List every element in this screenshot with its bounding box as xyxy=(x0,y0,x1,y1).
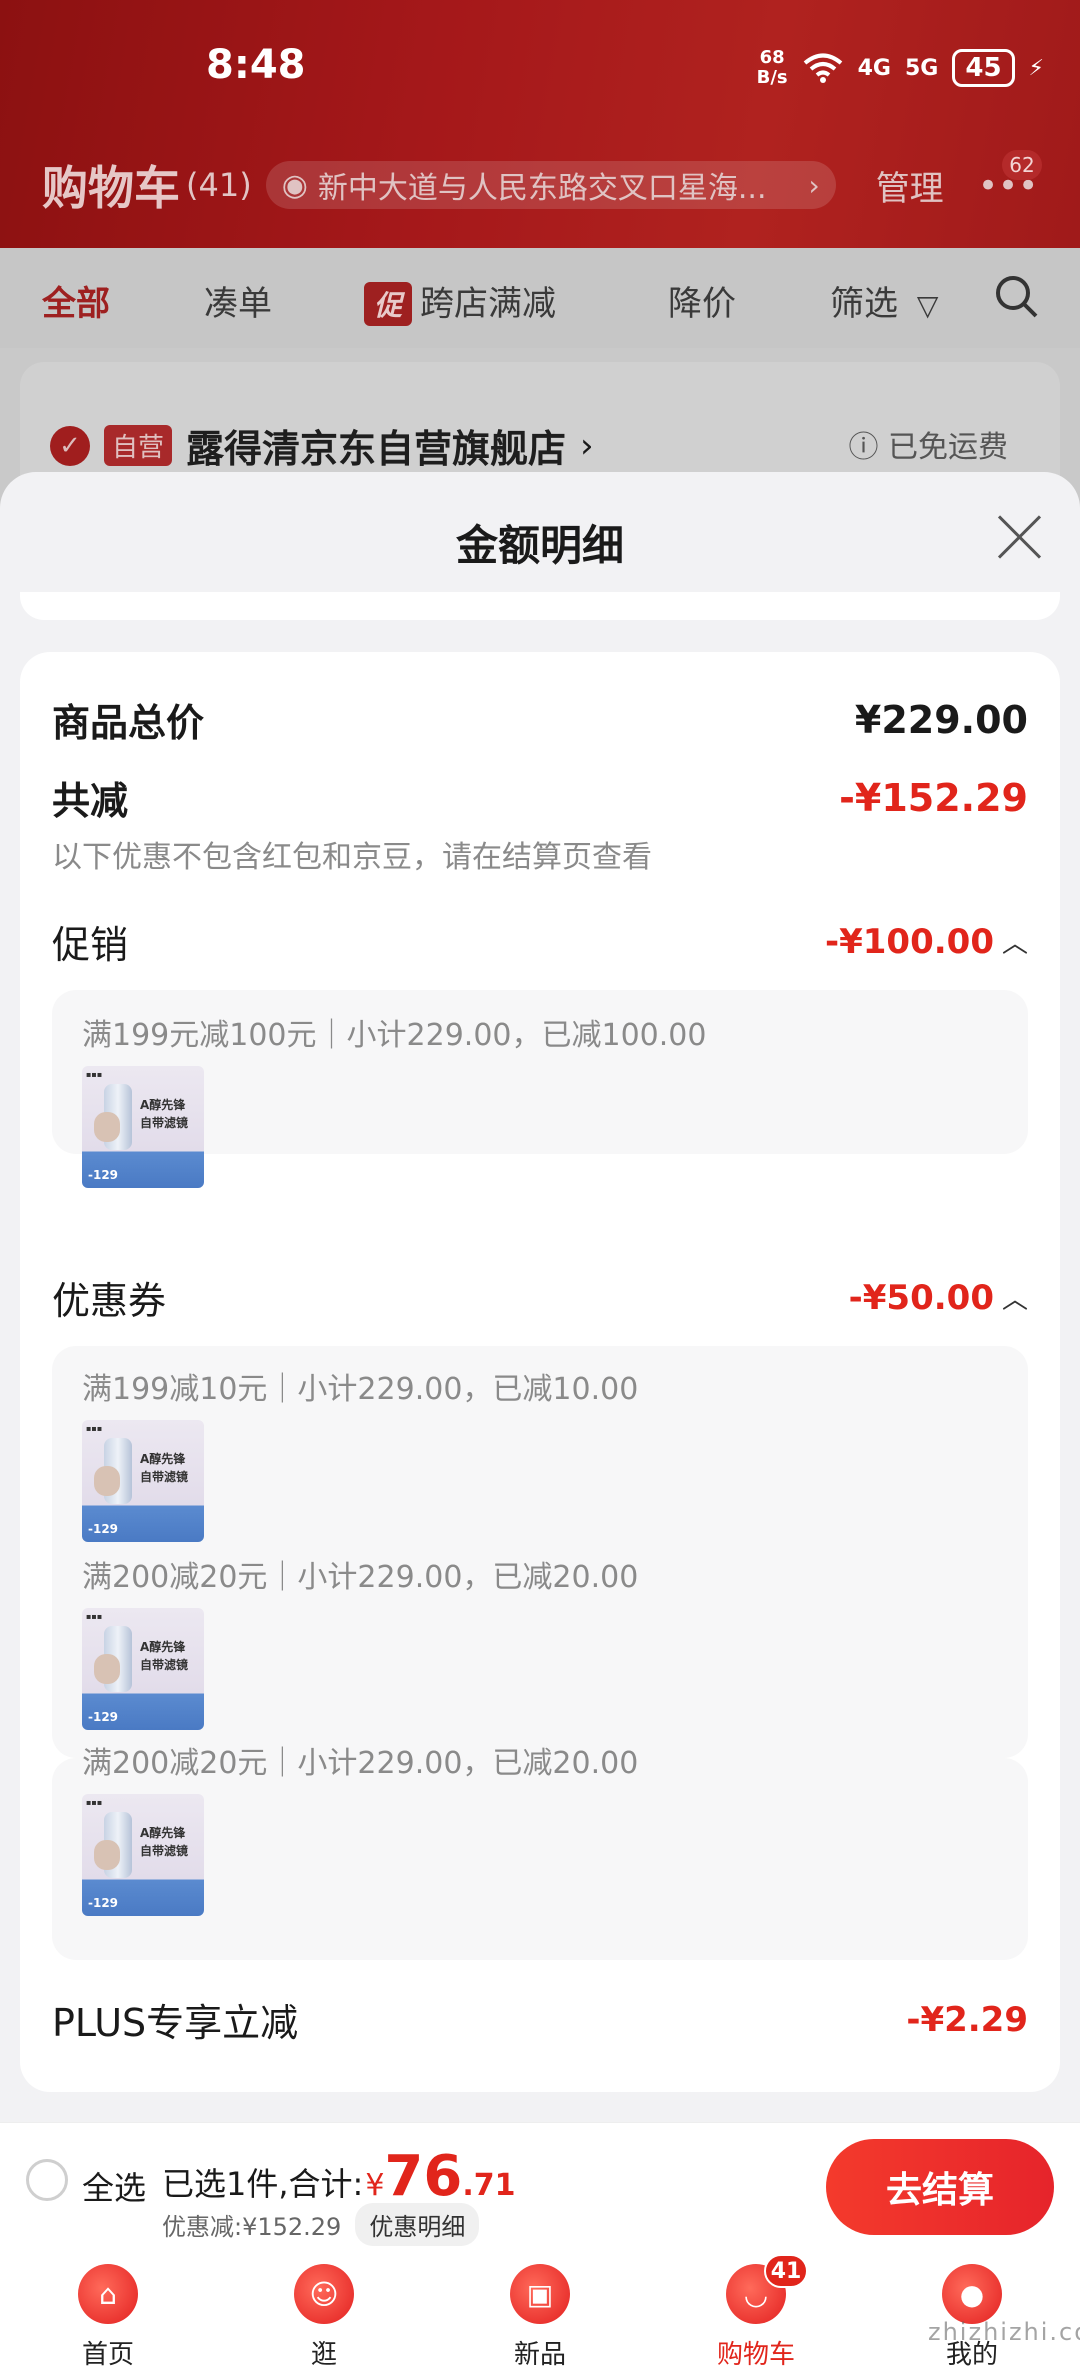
total-amount-integer: 76 xyxy=(384,2144,463,2209)
home-icon: ⌂ xyxy=(78,2264,138,2324)
manage-button[interactable]: 管理 xyxy=(876,161,944,210)
product-thumbnail: ▪▪▪ A醇先锋 自带滤镜 -129 xyxy=(82,1066,204,1188)
tab-mine[interactable]: ● 我的 xyxy=(892,2250,1052,2376)
total-price-value: ¥229.00 xyxy=(854,697,1028,742)
sheet-title: 金额明细 xyxy=(455,521,624,570)
message-badge: 62 xyxy=(1002,150,1042,180)
signal-4g-icon: 4G xyxy=(857,55,891,81)
chevron-right-icon: › xyxy=(580,425,594,466)
coupon-label: 优惠券 xyxy=(52,1279,167,1323)
wifi-icon xyxy=(803,53,842,83)
total-reduce-value: -¥152.29 xyxy=(839,775,1028,820)
chevron-right-icon: › xyxy=(808,168,820,202)
discount-text: 优惠减:¥152.29 xyxy=(162,2213,342,2241)
promotion-item-text: 满199元减100元｜小计229.00，已减100.00 xyxy=(82,1018,707,1053)
selected-summary: 已选1件,合计: xyxy=(162,2165,364,2203)
status-icons: 68 B/s 4G 5G 45 ⚡ xyxy=(757,46,1044,90)
check-icon[interactable]: ✓ xyxy=(50,425,90,466)
total-price-label: 商品总价 xyxy=(52,701,205,745)
address-selector[interactable]: ◉ 新中大道与人民东路交叉口星海... › xyxy=(265,161,836,209)
currency-symbol: ¥ xyxy=(365,2168,385,2203)
promotion-value: -¥100.00 xyxy=(825,921,994,962)
total-reduce-row: 共减 -¥152.29 xyxy=(52,770,1028,825)
browse-icon: ☺ xyxy=(294,2264,354,2324)
chevron-up-icon[interactable]: ︿ xyxy=(1002,923,1028,960)
coupon-item-text: 满200减20元｜小计229.00，已减20.00 xyxy=(82,1560,639,1595)
charging-icon: ⚡ xyxy=(1028,55,1044,81)
store-header[interactable]: ✓ 自营 露得清京东自营旗舰店 › xyxy=(50,418,594,473)
search-icon[interactable] xyxy=(994,274,1040,320)
eye-icon: ◉ xyxy=(281,167,308,203)
reduce-note: 以下优惠不包含红包和京豆，请在结算页查看 xyxy=(52,840,652,875)
product-thumbnail: ▪▪▪ A醇先锋 自带滤镜 -129 xyxy=(82,1608,204,1730)
model-face xyxy=(94,1112,120,1142)
select-all-label[interactable]: 全选 xyxy=(82,2163,146,2209)
tab-new[interactable]: ▣ 新品 xyxy=(460,2250,620,2376)
coupon-detail-box: 满199减10元｜小计229.00，已减10.00 ▪▪▪ A醇先锋 自带滤镜 … xyxy=(52,1346,1028,1758)
plus-discount-value: -¥2.29 xyxy=(906,1999,1028,2040)
tab-combine[interactable]: 凑单 xyxy=(204,276,272,325)
total-price-row: 商品总价 ¥229.00 xyxy=(52,692,1028,747)
checkout-bar: 全选 已选1件,合计: ¥ 76 .71 优惠减:¥152.29 优惠明细 去结… xyxy=(0,2122,1080,2250)
plus-discount-label: PLUS专享立减 xyxy=(52,2001,299,2045)
product-thumbnail: ▪▪▪ A醇先锋 自带滤镜 -129 xyxy=(82,1794,204,1916)
total-reduce-label: 共减 xyxy=(52,779,129,823)
net-speed: 68 B/s xyxy=(756,47,788,88)
cart-header: 购物车 (41) ◉ 新中大道与人民东路交叉口星海... › 管理 ••• 62 xyxy=(0,140,1080,230)
self-operated-tag: 自营 xyxy=(104,425,173,466)
sheet-top-strip xyxy=(20,592,1060,620)
shipping-status: ⓘ 已免运费 xyxy=(848,430,1008,465)
product-thumbnail: ▪▪▪ A醇先锋 自带滤镜 -129 xyxy=(82,1420,204,1542)
info-icon: ⓘ xyxy=(848,430,879,465)
cart-count: (41) xyxy=(186,166,252,204)
status-time: 8:48 xyxy=(206,42,306,88)
profile-icon: ● xyxy=(942,2264,1002,2324)
gift-box-icon: ▣ xyxy=(510,2264,570,2324)
brand-logo: ▪▪▪ xyxy=(86,1070,103,1079)
status-bar: 8:48 68 B/s 4G 5G 45 ⚡ xyxy=(0,0,1080,130)
amount-detail-sheet: 金额明细 商品总价 ¥229.00 共减 -¥152.29 以下优惠不包含红包和… xyxy=(0,472,1080,2122)
total-amount-decimal: .71 xyxy=(462,2168,516,2203)
close-icon[interactable] xyxy=(994,512,1044,562)
coupon-item-text: 满199减10元｜小计229.00，已减10.00 xyxy=(82,1372,639,1407)
select-all-checkbox[interactable] xyxy=(26,2159,68,2201)
tab-cart[interactable]: ◡ 41 购物车 xyxy=(676,2250,836,2376)
watermark: zhizhizhi.com xyxy=(928,2318,1080,2346)
filter-bar: 全部 凑单 促跨店满减 降价 筛选 ▽ xyxy=(0,248,1080,348)
tab-cross-store[interactable]: 促跨店满减 xyxy=(364,276,556,326)
address-text: 新中大道与人民东路交叉口星海... xyxy=(317,171,767,206)
plus-discount-row: PLUS专享立减 -¥2.29 xyxy=(52,1992,1028,2047)
promotion-label: 促销 xyxy=(52,923,129,967)
page-title: 购物车 xyxy=(42,161,180,215)
promotion-row[interactable]: 促销 -¥100.00 ︿ xyxy=(52,914,1028,969)
signal-5g-icon: 5G xyxy=(904,55,939,81)
tab-all[interactable]: 全部 xyxy=(42,276,110,325)
checkout-button[interactable]: 去结算 xyxy=(826,2139,1054,2235)
tab-browse[interactable]: ☺ 逛 xyxy=(244,2250,404,2376)
funnel-icon: ▽ xyxy=(916,289,939,322)
coupon-row[interactable]: 优惠券 -¥50.00 ︿ xyxy=(52,1270,1028,1325)
amount-detail-card: 商品总价 ¥229.00 共减 -¥152.29 以下优惠不包含红包和京豆，请在… xyxy=(20,652,1060,2092)
chevron-up-icon[interactable]: ︿ xyxy=(1002,1279,1028,1316)
filter-button[interactable]: 筛选 ▽ xyxy=(830,276,938,325)
tab-home[interactable]: ⌂ 首页 xyxy=(28,2250,188,2376)
tab-price-drop[interactable]: 降价 xyxy=(668,276,736,325)
promotion-detail-box: 满199元减100元｜小计229.00，已减100.00 ▪▪▪ A醇先锋 自带… xyxy=(52,990,1028,1188)
coupon-item-text: 满200减20元｜小计229.00，已减20.00 xyxy=(82,1746,639,1781)
battery-icon: 45 xyxy=(952,49,1015,87)
total-summary: 已选1件,合计: ¥ 76 .71 xyxy=(162,2149,516,2205)
coupon-detail-box-continued: 满200减20元｜小计229.00，已减20.00 ▪▪▪ A醇先锋 自带滤镜 … xyxy=(52,1746,1028,1960)
promo-tag: 促 xyxy=(364,282,413,326)
store-name[interactable]: 露得清京东自营旗舰店 xyxy=(186,418,566,473)
discount-detail-button[interactable]: 优惠明细 xyxy=(355,2203,480,2246)
bottom-tab-bar: ⌂ 首页 ☺ 逛 ▣ 新品 ◡ 41 购物车 ● 我的 zhizhizhi.co… xyxy=(0,2250,1080,2376)
cart-badge: 41 xyxy=(764,2254,808,2288)
coupon-value: -¥50.00 xyxy=(848,1277,994,1318)
discount-summary: 优惠减:¥152.29 优惠明细 xyxy=(162,2203,480,2246)
